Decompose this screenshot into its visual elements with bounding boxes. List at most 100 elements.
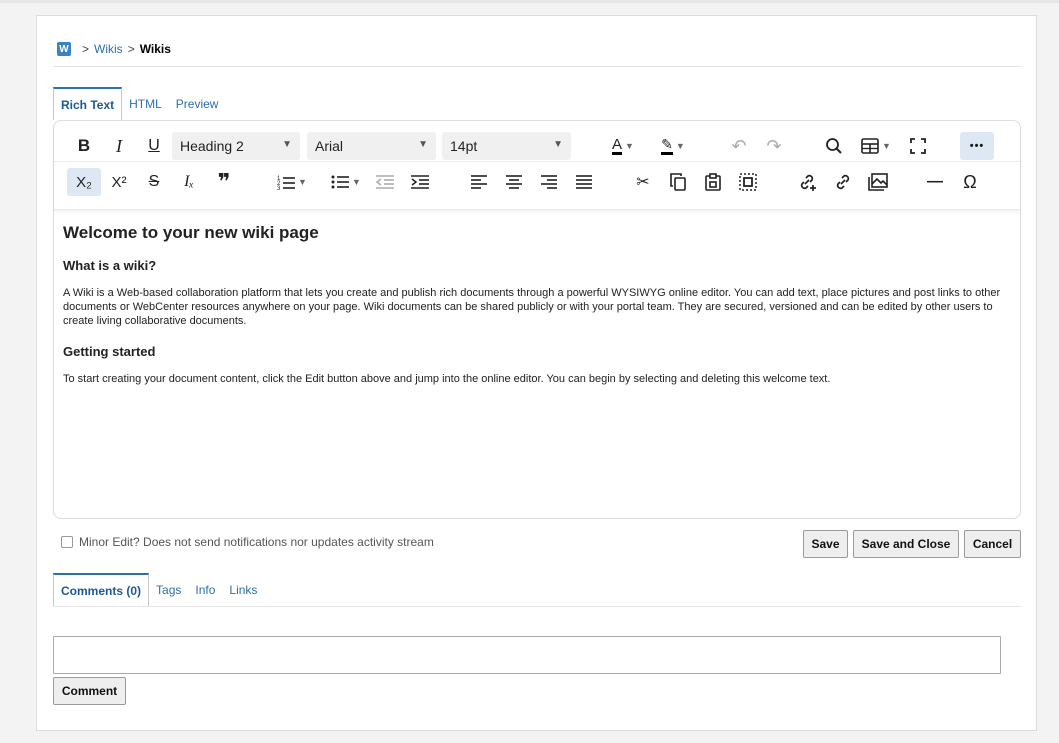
subscript-button[interactable]: X₂ — [67, 168, 101, 196]
minor-edit-checkbox[interactable] — [61, 536, 73, 548]
font-size-select[interactable]: 14pt ▼ — [442, 132, 571, 160]
indent-icon — [411, 175, 429, 189]
breadcrumb: W > Wikis > Wikis — [57, 41, 171, 57]
align-left-icon — [471, 175, 487, 189]
section-paragraph: A Wiki is a Web-based collaboration plat… — [63, 287, 1001, 327]
special-character-button[interactable]: Ω — [956, 168, 984, 196]
table-button[interactable]: ▼ — [855, 132, 897, 160]
undo-button[interactable]: ↶ — [725, 132, 753, 160]
outdent-icon — [376, 175, 394, 189]
comment-button[interactable]: Comment — [53, 677, 126, 705]
info-tabs: Comments (0) Tags Info Links — [53, 573, 264, 606]
text-color-icon: A — [612, 136, 623, 155]
chevron-down-icon: ▼ — [625, 141, 634, 151]
save-button[interactable]: Save — [803, 530, 848, 558]
font-size-value: 14pt — [450, 138, 478, 154]
tab-html[interactable]: HTML — [122, 87, 169, 120]
align-center-icon — [506, 175, 522, 189]
editor-content[interactable]: Welcome to your new wiki page What is a … — [63, 223, 1013, 402]
outdent-button[interactable] — [371, 168, 399, 196]
align-left-button[interactable] — [465, 168, 493, 196]
cut-icon: ✂ — [636, 174, 650, 191]
justify-button[interactable] — [570, 168, 598, 196]
tab-links[interactable]: Links — [222, 573, 264, 606]
minor-edit-option[interactable]: Minor Edit? Does not send notifications … — [61, 535, 434, 549]
superscript-button[interactable]: X² — [105, 168, 133, 196]
search-icon — [826, 138, 842, 154]
redo-button[interactable]: ↷ — [760, 132, 788, 160]
section-paragraph: To start creating your document content,… — [63, 373, 831, 385]
select-all-button[interactable] — [734, 168, 762, 196]
paste-icon — [705, 173, 721, 191]
insert-link-button[interactable] — [794, 168, 822, 196]
blockquote-button[interactable]: ❞ — [210, 168, 238, 196]
tab-info[interactable]: Info — [188, 573, 222, 606]
chevron-down-icon: ▼ — [352, 177, 361, 187]
tab-rich-text[interactable]: Rich Text — [53, 87, 123, 120]
divider — [53, 66, 1021, 67]
undo-icon: ↶ — [731, 135, 747, 156]
justify-icon — [576, 175, 592, 189]
breadcrumb-link-wikis[interactable]: Wikis — [94, 42, 123, 56]
toolbar-row-2: X₂ X² S Iₓ ❞ 123 ▼ ▼ ✂ — Ω — [54, 163, 1020, 201]
block-format-select[interactable]: Heading 2 ▼ — [172, 132, 300, 160]
indent-button[interactable] — [406, 168, 434, 196]
tab-preview[interactable]: Preview — [169, 87, 226, 120]
tab-tags[interactable]: Tags — [149, 573, 188, 606]
underline-icon: U — [148, 137, 160, 154]
copy-icon — [670, 173, 686, 191]
clear-format-icon: Iₓ — [184, 173, 194, 190]
chevron-down-icon: ▼ — [675, 141, 685, 151]
font-family-select[interactable]: Arial ▼ — [307, 132, 436, 160]
fullscreen-icon — [910, 138, 926, 154]
align-center-button[interactable] — [500, 168, 528, 196]
cancel-button[interactable]: Cancel — [964, 530, 1021, 558]
more-button[interactable]: ••• — [960, 132, 994, 160]
clear-format-button[interactable]: Iₓ — [175, 168, 203, 196]
link-icon — [836, 174, 850, 190]
strikethrough-button[interactable]: S — [140, 168, 168, 196]
chevron-down-icon: ▼ — [298, 177, 307, 187]
breadcrumb-separator: > — [127, 42, 135, 56]
chevron-down-icon: ▼ — [882, 141, 891, 151]
comment-input[interactable] — [53, 636, 1001, 674]
fullscreen-button[interactable] — [904, 132, 932, 160]
italic-icon: I — [116, 135, 122, 156]
minor-edit-label: Minor Edit? Does not send notifications … — [79, 535, 434, 549]
top-border — [0, 0, 1059, 3]
numbered-list-button[interactable]: 123 ▼ — [270, 168, 314, 196]
highlight-color-button[interactable]: ✎ ▼ — [652, 132, 694, 160]
paste-button[interactable] — [699, 168, 727, 196]
superscript-icon: X² — [111, 173, 127, 191]
copy-button[interactable] — [664, 168, 692, 196]
divider — [53, 606, 1021, 607]
editor-tabs: Rich Text HTML Preview — [53, 87, 225, 120]
horizontal-rule-button[interactable]: — — [921, 168, 949, 196]
rich-text-editor: B I U Heading 2 ▼ Arial ▼ 14pt ▼ A ▼ ✎ ▼… — [53, 120, 1021, 519]
bold-icon: B — [77, 136, 91, 155]
align-right-icon — [541, 175, 557, 189]
align-right-button[interactable] — [535, 168, 563, 196]
more-icon: ••• — [969, 140, 985, 152]
horizontal-rule-icon: — — [927, 173, 943, 190]
tab-comments[interactable]: Comments (0) — [53, 573, 150, 606]
redo-icon: ↷ — [766, 135, 782, 156]
svg-text:3: 3 — [277, 186, 281, 190]
bulleted-list-button[interactable]: ▼ — [324, 168, 368, 196]
quote-icon: ❞ — [217, 169, 231, 194]
save-and-close-button[interactable]: Save and Close — [853, 530, 959, 558]
section-heading: What is a wiki? — [63, 258, 157, 273]
table-icon — [861, 138, 879, 154]
link-button[interactable] — [829, 168, 857, 196]
image-icon — [868, 173, 888, 191]
image-button[interactable] — [864, 168, 892, 196]
search-button[interactable] — [820, 132, 848, 160]
underline-button[interactable]: U — [140, 132, 168, 160]
text-color-button[interactable]: A ▼ — [602, 132, 644, 160]
section-heading: Getting started — [63, 344, 156, 359]
insert-link-icon — [800, 174, 816, 191]
cut-button[interactable]: ✂ — [629, 168, 657, 196]
numbered-list-icon: 123 — [277, 176, 296, 190]
bold-button[interactable]: B — [70, 132, 98, 160]
italic-button[interactable]: I — [105, 132, 133, 160]
